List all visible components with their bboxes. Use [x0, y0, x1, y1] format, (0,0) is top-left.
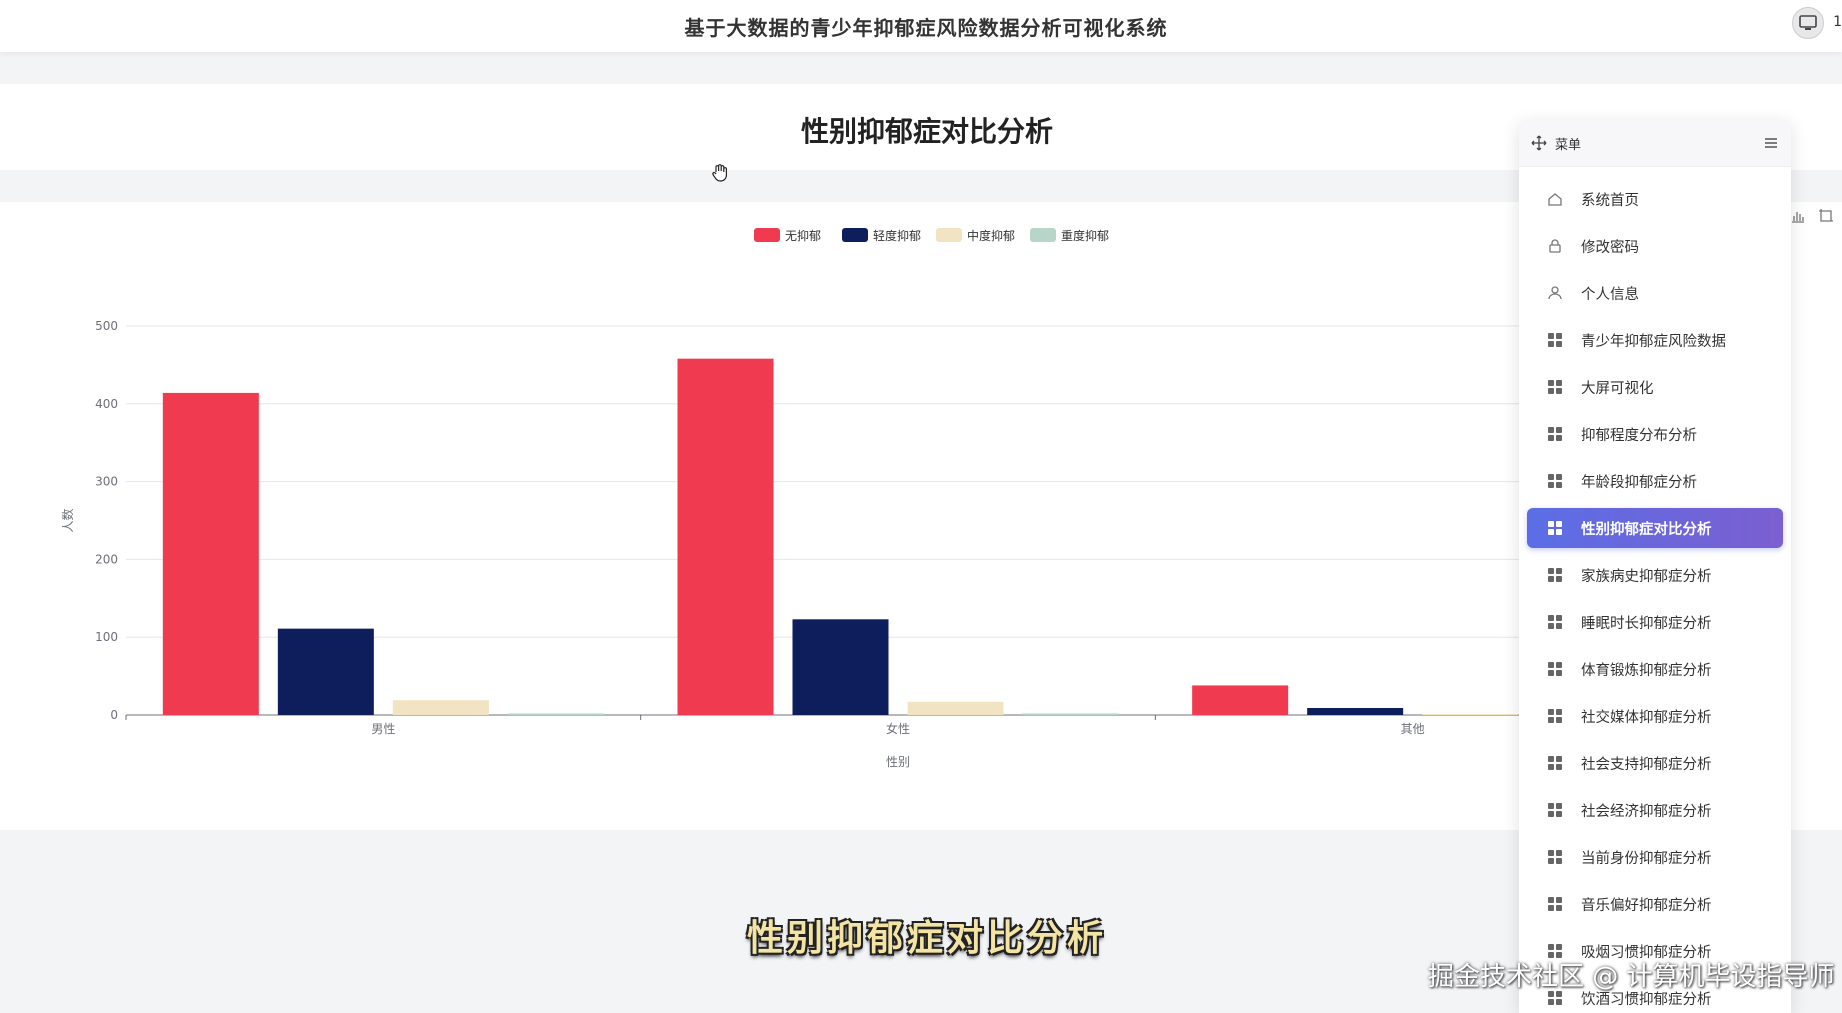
menu-item-label: 修改密码 [1581, 239, 1639, 256]
hand-cursor-icon [712, 164, 727, 182]
menu-item-label: 社会支持抑郁症分析 [1581, 756, 1712, 773]
top-bar: 基于大数据的青少年抑郁症风险数据分析可视化系统 1 [0, 0, 1842, 52]
legend-swatch [936, 228, 962, 242]
bar-chart-switch-icon[interactable] [1790, 208, 1806, 224]
restore-icon[interactable] [1818, 208, 1834, 224]
menu-item[interactable]: 大屏可视化 [1527, 367, 1783, 407]
menu-item[interactable]: 系统首页 [1527, 179, 1783, 219]
bar [392, 700, 489, 715]
legend-label: 轻度抑郁 [873, 228, 921, 243]
legend-swatch [1030, 228, 1056, 242]
grid-icon [1547, 755, 1563, 771]
bar-chart: 0 100 200 300 400 500 男性 女性 其他性别 人数 无抑郁 轻度抑郁 中度抑郁 重度抑… [60, 228, 1671, 769]
watermark: 掘金技术社区 @ 计算机毕设指导师 [1428, 962, 1835, 992]
move-icon[interactable] [1531, 135, 1547, 151]
menu-item-label: 社交媒体抑郁症分析 [1581, 709, 1712, 726]
bar [277, 628, 374, 715]
menu-item-label: 个人信息 [1581, 286, 1639, 303]
bar [1307, 707, 1404, 715]
x-axis-title: 性别 [886, 755, 910, 769]
grid-icon [1547, 379, 1563, 395]
monitor-icon [1799, 15, 1817, 30]
menu-header[interactable]: 菜单 [1519, 120, 1791, 167]
menu-item-label: 大屏可视化 [1581, 380, 1654, 397]
grid-icon [1547, 567, 1563, 583]
bar [907, 701, 1004, 715]
y-tick-label: 0 [110, 708, 118, 722]
bar [792, 619, 889, 715]
y-tick-label: 300 [95, 475, 118, 489]
home-icon [1547, 191, 1563, 207]
menu-item[interactable]: 家族病史抑郁症分析 [1527, 555, 1783, 595]
grid-icon [1547, 520, 1563, 536]
video-caption: 性别抑郁症对比分析 [746, 917, 1107, 959]
hamburger-icon[interactable] [1763, 136, 1779, 150]
y-tick-label: 100 [95, 630, 118, 644]
x-tick-label: 其他 [1401, 722, 1425, 736]
grid-icon [1547, 473, 1563, 489]
y-tick-label: 200 [95, 552, 118, 566]
chart-toolbox [1790, 208, 1834, 224]
grid-icon [1547, 661, 1563, 677]
bar [677, 358, 774, 715]
legend-swatch [754, 228, 780, 242]
menu-item-label: 性别抑郁症对比分析 [1581, 521, 1712, 538]
menu-item[interactable]: 年龄段抑郁症分析 [1527, 461, 1783, 501]
user-icon [1547, 285, 1563, 301]
menu-item[interactable]: 社交媒体抑郁症分析 [1527, 696, 1783, 736]
x-tick-label: 女性 [886, 721, 910, 736]
bar [1022, 713, 1119, 715]
grid-icon [1547, 614, 1563, 630]
x-tick-label: 男性 [371, 722, 395, 736]
bar [1422, 714, 1519, 715]
y-tick-label: 400 [95, 397, 118, 411]
grid-icon [1547, 802, 1563, 818]
grid-icon [1547, 849, 1563, 865]
menu-list: 系统首页修改密码个人信息青少年抑郁症风险数据 大屏可视化抑郁程度分布分析 年龄段抑郁… [1519, 167, 1791, 1013]
menu-item[interactable]: 青少年抑郁症风险数据 [1527, 320, 1783, 360]
menu-item[interactable]: 抑郁程度分布分析 [1527, 414, 1783, 454]
menu-item[interactable]: 睡眠时长抑郁症分析 [1527, 602, 1783, 642]
menu-item-label: 系统首页 [1581, 192, 1639, 209]
legend-label: 中度抑郁 [967, 228, 1015, 243]
app-title: 基于大数据的青少年抑郁症风险数据分析可视化系统 [684, 16, 1168, 40]
menu-item[interactable]: 社会支持抑郁症分析 [1527, 743, 1783, 783]
y-axis-title: 人数 [60, 508, 75, 532]
menu-item-label: 社会经济抑郁症分析 [1581, 803, 1712, 820]
grid-icon [1547, 708, 1563, 724]
menu-item-label: 抑郁程度分布分析 [1581, 427, 1697, 444]
y-tick-label: 500 [95, 319, 118, 333]
menu-item-label: 年龄段抑郁症分析 [1581, 474, 1697, 491]
menu-item-label: 青少年抑郁症风险数据 [1581, 333, 1726, 350]
user-name[interactable]: 1 [1833, 14, 1842, 30]
lock-icon [1547, 238, 1563, 254]
menu-item-label: 家族病史抑郁症分析 [1581, 568, 1712, 585]
bar [162, 392, 259, 715]
menu-item[interactable]: 当前身份抑郁症分析 [1527, 837, 1783, 877]
bar [1192, 685, 1289, 715]
legend-swatch [842, 228, 868, 242]
menu-item-label: 体育锻炼抑郁症分析 [1581, 662, 1712, 679]
menu-item[interactable]: 性别抑郁症对比分析 [1527, 508, 1783, 548]
bar [507, 713, 604, 715]
menu-item[interactable]: 社会经济抑郁症分析 [1527, 790, 1783, 830]
grid-icon [1547, 332, 1563, 348]
menu-item[interactable]: 修改密码 [1527, 226, 1783, 266]
grid-icon [1547, 426, 1563, 442]
avatar[interactable] [1792, 7, 1824, 39]
floating-menu: 菜单 系统首页修改密码个人信息青少年抑郁症风险数据 大屏可视化抑郁程度分布分析 年龄… [1519, 120, 1791, 1013]
menu-item[interactable]: 体育锻炼抑郁症分析 [1527, 649, 1783, 689]
menu-item-label: 睡眠时长抑郁症分析 [1581, 615, 1712, 632]
menu-item-label: 当前身份抑郁症分析 [1581, 850, 1712, 867]
menu-title: 菜单 [1555, 137, 1582, 153]
legend-label: 无抑郁 [785, 228, 821, 243]
menu-item[interactable]: 个人信息 [1527, 273, 1783, 313]
legend-label: 重度抑郁 [1061, 228, 1109, 243]
